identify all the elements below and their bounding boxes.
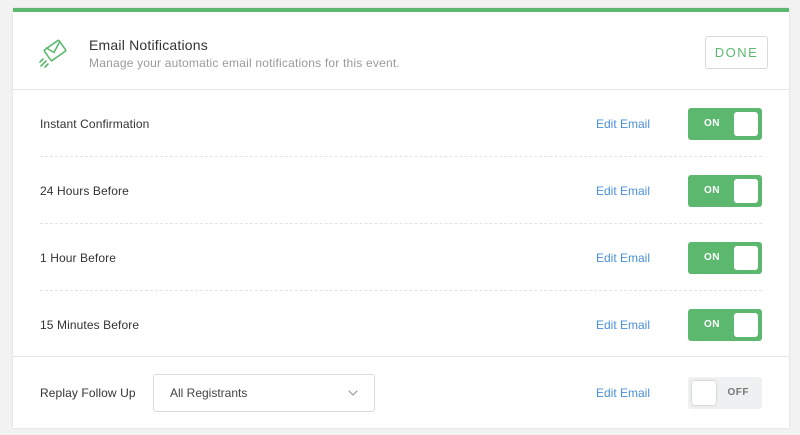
notification-label: 1 Hour Before [40,250,117,265]
chevron-down-icon [348,390,358,396]
toggle-knob [734,178,758,203]
toggle-state-text: ON [704,251,720,263]
notification-row-replay-follow-up: Replay Follow Up All Registrants Edit Em… [13,356,789,428]
notification-row-instant-confirmation: Instant Confirmation Edit Email ON [13,90,789,157]
toggle-knob [734,245,758,270]
edit-email-link[interactable]: Edit Email [596,117,650,131]
notification-label: 15 Minutes Before [40,317,140,332]
notification-label: Replay Follow Up [40,385,136,400]
notification-toggle[interactable]: ON [688,241,762,274]
edit-email-link[interactable]: Edit Email [596,318,650,332]
toggle-state-text: ON [704,184,720,196]
toggle-state-text: OFF [727,386,749,398]
done-button[interactable]: DONE [705,36,768,69]
select-value: All Registrants [170,386,248,400]
toggle-knob [692,380,716,405]
page-title: Email Notifications [89,37,208,53]
envelope-send-icon [39,39,67,68]
notification-row-15-minutes-before: 15 Minutes Before Edit Email ON [13,291,789,358]
toggle-state-text: ON [704,318,720,330]
page-subtitle: Manage your automatic email notification… [89,56,400,70]
edit-email-link[interactable]: Edit Email [596,386,650,400]
toggle-state-text: ON [704,117,720,129]
notification-row-1-hour-before: 1 Hour Before Edit Email ON [13,224,789,291]
notification-toggle[interactable]: ON [688,174,762,207]
notification-row-24-hours-before: 24 Hours Before Edit Email ON [13,157,789,224]
notification-toggle[interactable]: ON [688,308,762,341]
edit-email-link[interactable]: Edit Email [596,251,650,265]
audience-select[interactable]: All Registrants [153,374,375,412]
toggle-knob [734,111,758,136]
card-header: Email Notifications Manage your automati… [13,12,789,90]
notification-toggle[interactable]: OFF [688,376,762,409]
notification-toggle[interactable]: ON [688,107,762,140]
toggle-knob [734,312,758,337]
notification-label: Instant Confirmation [40,116,150,131]
notification-label: 24 Hours Before [40,183,129,198]
edit-email-link[interactable]: Edit Email [596,184,650,198]
email-notifications-card: Email Notifications Manage your automati… [13,8,789,428]
